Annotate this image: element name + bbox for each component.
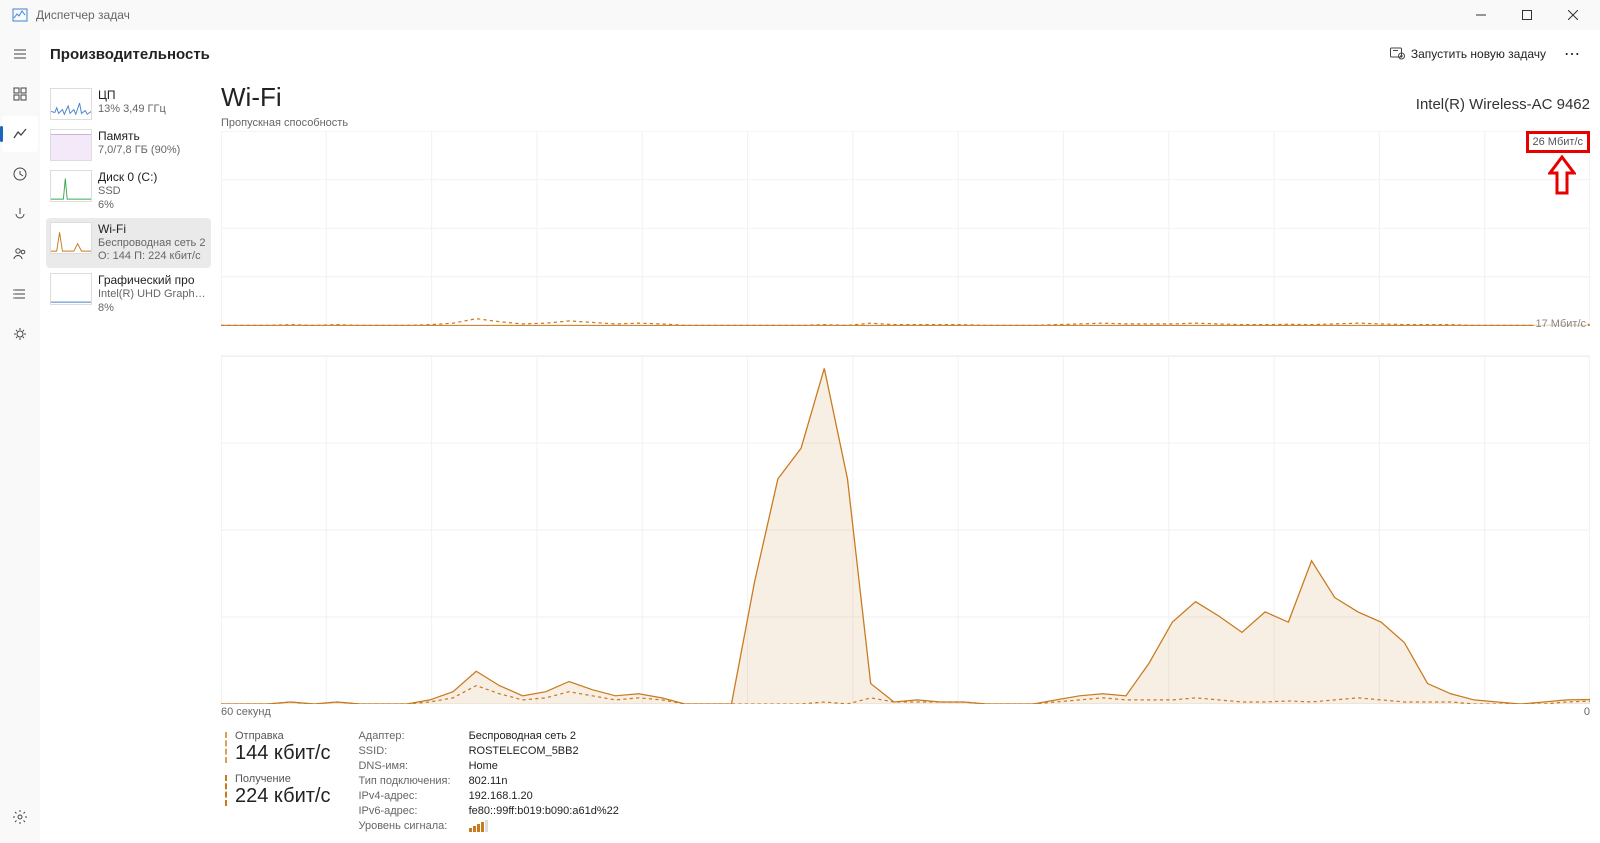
throughput-chart: 26 Мбит/с 17 Мбит/с <box>221 131 1590 704</box>
gpu-thumb <box>50 273 92 305</box>
nav-hamburger-button[interactable] <box>2 36 38 72</box>
stat-value: 192.168.1.20 <box>469 790 619 802</box>
stat-value: Home <box>469 760 619 772</box>
stat-send: Отправка 144 кбит/с <box>225 730 330 765</box>
sidebar-item-memory[interactable]: Память7,0/7,8 ГБ (90%) <box>46 125 211 165</box>
sidebar-item-gpu[interactable]: Графический проIntel(R) UHD Graphics 68% <box>46 269 211 320</box>
detail-pane: Wi-Fi Intel(R) Wireless-AC 9462 Пропускн… <box>215 78 1600 843</box>
sidebar-item-cpu[interactable]: ЦП13% 3,49 ГГц <box>46 84 211 124</box>
stat-key: Тип подключения: <box>358 775 450 787</box>
stat-recv: Получение 224 кбит/с <box>225 773 330 808</box>
memory-thumb <box>50 129 92 161</box>
sidebar-item-wifi[interactable]: Wi-FiБеспроводная сеть 2О: 144 П: 224 кб… <box>46 218 211 269</box>
wifi-thumb <box>50 222 92 254</box>
nav-processes[interactable] <box>2 76 38 112</box>
detail-title: Wi-Fi <box>221 82 282 113</box>
stat-value: fe80::99ff:b019:b090:a61d%22 <box>469 805 619 817</box>
stat-key: Уровень сигнала: <box>358 820 450 835</box>
app-title: Диспетчер задач <box>36 8 1458 22</box>
nav-details[interactable] <box>2 276 38 312</box>
nav-services[interactable] <box>2 316 38 352</box>
run-task-icon <box>1389 45 1405 64</box>
stat-value: ROSTELECOM_5BB2 <box>469 745 619 757</box>
stat-value: Беспроводная сеть 2 <box>469 730 619 742</box>
disk-thumb <box>50 170 92 202</box>
chart-mid-label: 17 Мбит/с <box>1534 318 1589 330</box>
nav-startup[interactable] <box>2 196 38 232</box>
stat-details-grid: Адаптер: Беспроводная сеть 2 SSID: ROSTELEC… <box>358 730 618 835</box>
cpu-thumb <box>50 88 92 120</box>
stat-key: SSID: <box>358 745 450 757</box>
chart-x-right: 0 <box>1584 706 1590 718</box>
sidebar-item-disk0[interactable]: Диск 0 (C:)SSD6% <box>46 166 211 217</box>
page-title: Производительность <box>50 46 210 63</box>
window-titlebar: Диспетчер задач <box>0 0 1600 30</box>
nav-settings[interactable] <box>2 799 38 835</box>
signal-strength-icon <box>469 820 488 832</box>
nav-users[interactable] <box>2 236 38 272</box>
run-new-task-button[interactable]: Запустить новую задачу <box>1379 39 1556 70</box>
stat-key: DNS-имя: <box>358 760 450 772</box>
stat-key: IPv6-адрес: <box>358 805 450 817</box>
chart-x-left: 60 секунд <box>221 706 271 718</box>
stat-key: Адаптер: <box>358 730 450 742</box>
window-close-button[interactable] <box>1550 0 1596 30</box>
detail-adapter-name: Intel(R) Wireless-AC 9462 <box>1416 96 1590 113</box>
stat-value <box>469 820 619 835</box>
page-header: Производительность Запустить новую задач… <box>40 30 1600 78</box>
stats-panel: Отправка 144 кбит/с Получение 224 кбит/с… <box>221 718 1590 843</box>
app-icon <box>12 7 28 23</box>
nav-performance[interactable] <box>2 116 38 152</box>
nav-app-history[interactable] <box>2 156 38 192</box>
stat-key: IPv4-адрес: <box>358 790 450 802</box>
annotation-arrow-icon <box>1548 155 1576 195</box>
nav-rail <box>0 30 40 843</box>
stat-value: 802.11n <box>469 775 619 787</box>
window-maximize-button[interactable] <box>1504 0 1550 30</box>
run-task-label: Запустить новую задачу <box>1411 47 1546 61</box>
performance-sidebar: ЦП13% 3,49 ГГц Память7,0/7,8 ГБ (90%) Ди… <box>40 78 215 843</box>
window-minimize-button[interactable] <box>1458 0 1504 30</box>
more-options-button[interactable]: ⋯ <box>1556 38 1588 70</box>
chart-caption: Пропускная способность <box>221 117 348 129</box>
chart-max-highlight: 26 Мбит/с <box>1526 131 1591 153</box>
